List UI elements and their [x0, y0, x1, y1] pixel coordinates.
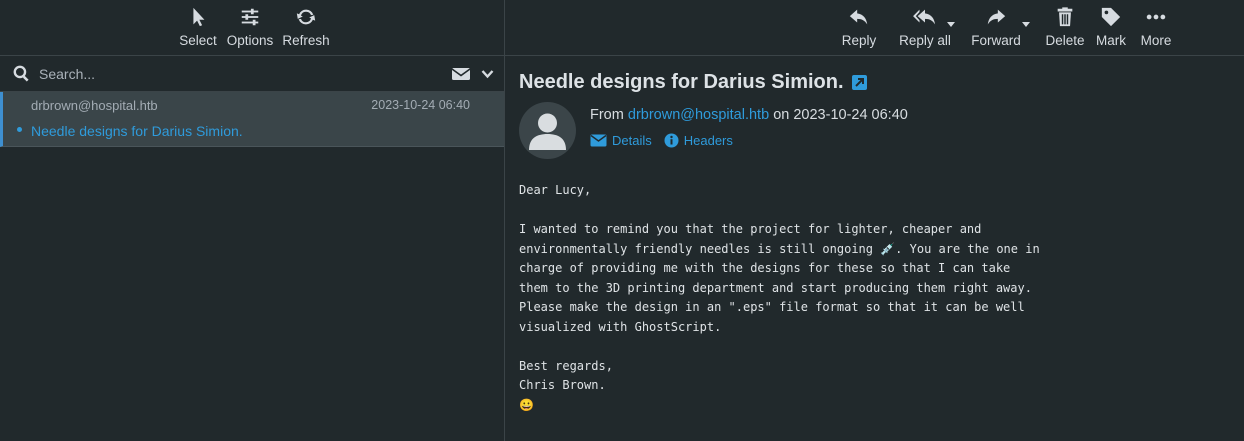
message-body: Dear Lucy, I wanted to remind you that th… — [519, 181, 1040, 415]
refresh-icon — [296, 9, 316, 25]
chevron-down-icon[interactable] — [481, 69, 494, 79]
sliders-icon — [241, 8, 259, 26]
cursor-icon — [193, 7, 205, 27]
more-icon — [1146, 14, 1166, 20]
list-item-subject: Needle designs for Darius Simion. — [31, 123, 243, 139]
refresh-button[interactable]: Refresh — [276, 0, 336, 56]
search-bar — [0, 56, 504, 92]
message-body-line: I wanted to remind you that the project … — [519, 222, 982, 236]
mark-button[interactable]: Mark — [1088, 0, 1134, 56]
from-line: From drbrown@hospital.htb on 2023-10-24 … — [590, 107, 908, 123]
search-tools — [451, 66, 494, 82]
more-button[interactable]: More — [1134, 0, 1178, 56]
sender-address-link[interactable]: drbrown@hospital.htb — [628, 107, 769, 123]
message-body-line: Best regards, — [519, 358, 613, 373]
avatar — [519, 102, 576, 159]
reply-button[interactable]: Reply — [836, 0, 882, 56]
header-links: Details Headers — [590, 133, 733, 148]
envelope-icon — [590, 134, 607, 147]
reply-all-button[interactable]: Reply all — [894, 0, 956, 56]
message-body-line: visualized with GhostScript. — [519, 319, 722, 334]
delete-button[interactable]: Delete — [1042, 0, 1088, 56]
reply-all-icon — [913, 9, 936, 25]
reply-all-dropdown-icon[interactable] — [947, 22, 955, 27]
info-icon — [664, 133, 679, 148]
list-item[interactable]: drbrown@hospital.htb 2023-10-24 06:40 Ne… — [0, 92, 504, 147]
tag-icon — [1101, 7, 1121, 27]
message-date: 2023-10-24 06:40 — [793, 107, 908, 123]
headers-link[interactable]: Headers — [664, 133, 733, 148]
message-body-line: environmentally friendly needles is stil… — [519, 241, 1040, 256]
message-body-line — [519, 201, 1040, 221]
search-icon — [13, 65, 29, 82]
message-body-line — [519, 337, 1040, 357]
options-button[interactable]: Options — [224, 0, 276, 56]
list-item-date: 2023-10-24 06:40 — [371, 98, 470, 112]
message-subject-text: Needle designs for Darius Simion. — [519, 71, 844, 93]
unread-indicator-icon — [17, 127, 22, 132]
forward-button[interactable]: Forward — [964, 0, 1030, 56]
trash-icon — [1057, 7, 1073, 27]
details-link[interactable]: Details — [590, 133, 652, 148]
select-button[interactable]: Select — [172, 0, 224, 56]
message-body-line: Please make the design in an ".eps" file… — [519, 300, 1025, 314]
message-body-line: Dear Lucy, — [519, 183, 592, 197]
message-body-line: charge of providing me with the designs … — [519, 261, 1011, 275]
reply-icon — [849, 9, 868, 25]
message-body-line: 😀 — [519, 397, 534, 412]
message-list-pane: Select Options Refresh Search... drbrown… — [0, 0, 505, 441]
search-input[interactable] — [39, 65, 451, 82]
message-subject: Needle designs for Darius Simion. — [519, 71, 867, 94]
user-silhouette-icon — [529, 113, 566, 150]
list-item-from: drbrown@hospital.htb — [31, 98, 158, 113]
message-body-line: Chris Brown. — [519, 378, 606, 392]
forward-dropdown-icon[interactable] — [1022, 22, 1030, 27]
list-toolbar: Select Options Refresh — [0, 0, 504, 56]
message-toolbar: Reply Reply all Forward Delete Mark More — [505, 0, 1244, 56]
forward-icon — [987, 9, 1006, 25]
message-view-pane: Reply Reply all Forward Delete Mark More… — [505, 0, 1244, 441]
open-external-icon[interactable] — [851, 75, 867, 90]
message-body-line: them to the 3D printing department and s… — [519, 280, 1032, 295]
envelope-icon[interactable] — [451, 66, 471, 82]
